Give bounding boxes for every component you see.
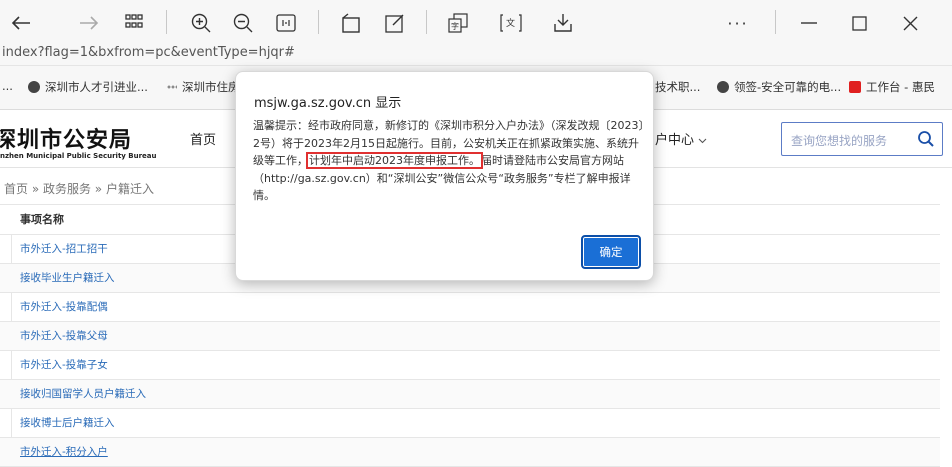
dialog-message-highlight: 计划年中启动2023年度申报工作。	[306, 152, 483, 169]
bookmark-item[interactable]: 技术职...	[655, 79, 700, 95]
browser-toolbar: 字 文 ···	[0, 0, 952, 44]
zoom-in-button[interactable]	[186, 9, 216, 37]
toolbar-separator	[775, 10, 776, 34]
table-row[interactable]: 市外迁入-投靠父母	[0, 322, 940, 351]
bookmark-item[interactable]: 领签-安全可靠的电...	[717, 79, 841, 95]
apps-button[interactable]	[119, 9, 149, 37]
minimize-icon	[801, 22, 817, 24]
site-logo-title[interactable]: 深圳市公安局	[0, 122, 132, 154]
bookmark-overflow[interactable]: ...	[2, 79, 13, 93]
svg-text:文: 文	[506, 17, 515, 29]
fit-page-button[interactable]	[271, 9, 301, 37]
minimize-button[interactable]	[792, 9, 826, 37]
chevron-down-icon	[698, 138, 707, 144]
bookmark-item[interactable]: 深圳市人才引进业...	[28, 79, 148, 95]
fit-page-icon	[276, 14, 296, 32]
text-translate-icon: 文	[500, 14, 522, 32]
address-bar[interactable]: index?flag=1&bxfrom=pc&eventType=hjqr#	[0, 44, 952, 66]
edit-icon	[385, 14, 404, 33]
bookmark-label: ...	[2, 79, 13, 93]
close-icon	[903, 16, 917, 30]
search-icon[interactable]	[917, 130, 935, 148]
more-menu-button[interactable]: ···	[720, 9, 756, 37]
grid-icon	[125, 14, 143, 28]
nav-user-center-label: 户中心	[655, 133, 695, 148]
globe-icon	[28, 81, 40, 93]
red-app-icon	[849, 81, 861, 93]
search-placeholder: 查询您想找的服务	[791, 134, 888, 148]
site-search-box[interactable]: 查询您想找的服务	[781, 122, 943, 156]
bookmark-label: 深圳市人才引进业...	[45, 80, 148, 94]
back-arrow-icon	[11, 16, 30, 30]
dialog-title: msjw.ga.sz.gov.cn 显示	[254, 96, 402, 111]
table-row[interactable]: 接收博士后户籍迁入	[0, 409, 940, 438]
dots-icon	[167, 84, 177, 90]
svg-text:字: 字	[451, 21, 459, 31]
bookmark-item[interactable]: 工作台 - 惠民	[849, 79, 935, 95]
forward-arrow-icon	[80, 16, 99, 30]
toolbar-separator	[166, 10, 167, 34]
forward-button[interactable]	[74, 9, 104, 37]
table-row[interactable]: 市外迁入-投靠配偶	[0, 293, 940, 322]
zoom-out-button[interactable]	[228, 9, 258, 37]
table-row[interactable]: 市外迁入-投靠子女	[0, 351, 940, 380]
bookmark-label: 深圳市住房	[182, 80, 240, 94]
maximize-icon	[851, 15, 867, 31]
maximize-button[interactable]	[842, 9, 876, 37]
rotate-icon	[342, 13, 360, 33]
download-icon	[554, 14, 572, 32]
back-button[interactable]	[6, 9, 36, 37]
translate-page-button[interactable]: 字	[443, 9, 473, 37]
globe-icon	[717, 81, 729, 93]
alert-dialog: msjw.ga.sz.gov.cn 显示 温馨提示：经市政府同意，新修订的《深圳…	[235, 71, 654, 281]
rotate-button[interactable]	[336, 9, 366, 37]
toolbar-separator	[426, 10, 427, 34]
zoom-in-icon	[191, 13, 211, 33]
nav-user-center-link[interactable]: 户中心	[655, 129, 707, 148]
ok-button[interactable]: 确定	[581, 235, 641, 269]
translate-icon: 字	[448, 13, 468, 33]
nav-home-link[interactable]: 首页	[190, 129, 216, 148]
close-window-button[interactable]	[893, 9, 927, 37]
dialog-message: 温馨提示：经市政府同意，新修订的《深圳市积分入户办法》（深发改规〔2023〕2号…	[253, 117, 645, 205]
bookmark-label: 技术职...	[655, 80, 701, 94]
translate-text-button[interactable]: 文	[496, 9, 526, 37]
edit-button[interactable]	[380, 9, 410, 37]
bookmark-label: 领签-安全可靠的电...	[734, 80, 842, 94]
site-logo-subtitle: nzhen Municipal Public Security Bureau	[0, 152, 157, 160]
table-row[interactable]: 市外迁入-积分入户	[0, 438, 940, 467]
save-button[interactable]	[548, 9, 578, 37]
address-url: index?flag=1&bxfrom=pc&eventType=hjqr#	[2, 45, 295, 60]
bookmark-item[interactable]: 深圳市住房	[167, 79, 240, 95]
breadcrumb: 首页 » 政务服务 » 户籍迁入	[4, 182, 154, 196]
zoom-out-icon	[233, 13, 253, 33]
toolbar-separator	[318, 10, 319, 34]
bookmark-label: 工作台 - 惠民	[866, 80, 935, 94]
table-row[interactable]: 接收归国留学人员户籍迁入	[0, 380, 940, 409]
